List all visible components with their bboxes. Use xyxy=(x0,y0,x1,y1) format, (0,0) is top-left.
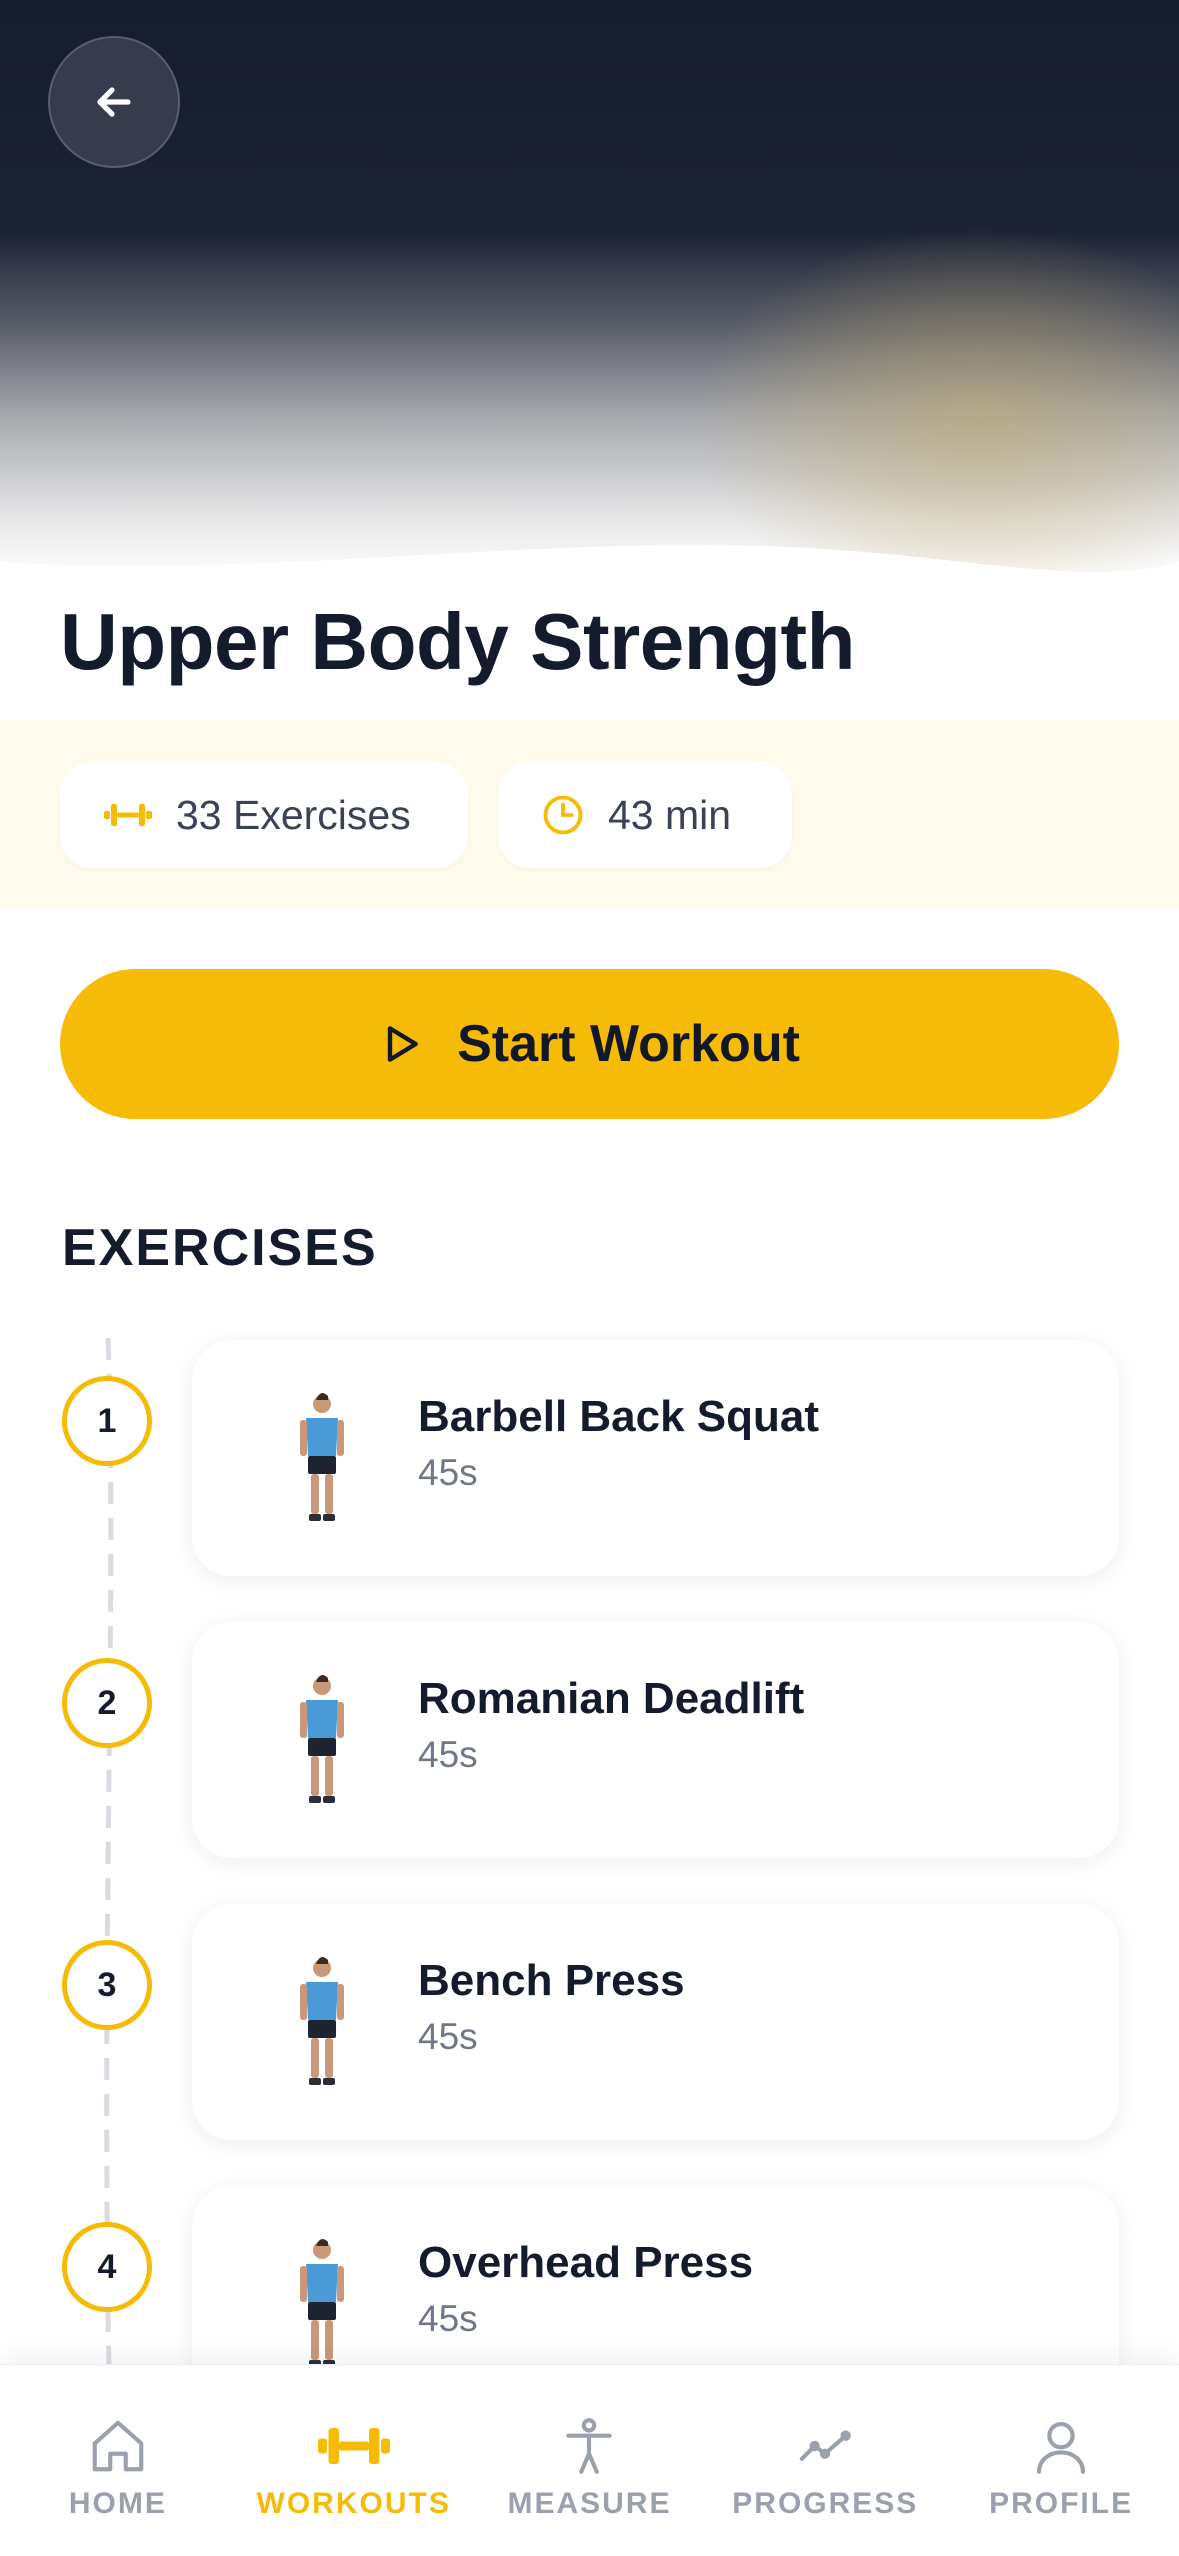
athlete-figure xyxy=(300,1675,344,1803)
exercise-row[interactable]: 2 Romanian Deadlift 45s xyxy=(0,1622,1179,1858)
tab-label: PROGRESS xyxy=(732,2487,919,2520)
exercise-duration: 45s xyxy=(418,1452,478,1493)
exercise-card[interactable]: Bench Press 45s xyxy=(192,1904,1119,2140)
athlete-figure xyxy=(300,2239,344,2367)
exercise-duration: 45s xyxy=(418,1734,478,1775)
tab-label: HOME xyxy=(68,2487,167,2520)
exercise-count: 33 Exercises xyxy=(176,791,411,838)
exercise-card[interactable]: Barbell Back Squat 45s xyxy=(192,1340,1119,1576)
exercise-thumbnail xyxy=(262,2236,382,2376)
exercise-duration: 45s xyxy=(418,2016,478,2057)
tab-profile[interactable]: PROFILE xyxy=(943,2365,1179,2556)
exercise-name: Overhead Press xyxy=(418,2238,754,2287)
dumbbell-icon xyxy=(317,2428,390,2464)
back-button[interactable] xyxy=(48,36,180,168)
exercise-row[interactable]: 3 Bench Press 45s xyxy=(0,1904,1179,2140)
tab-workouts[interactable]: WORKOUTS xyxy=(236,2365,472,2556)
exercise-name: Bench Press xyxy=(418,1956,685,2005)
workout-title: Upper Body Strength xyxy=(60,597,855,686)
home-icon xyxy=(92,2420,144,2472)
exercise-name: Barbell Back Squat xyxy=(418,1392,820,1441)
exercise-thumbnail xyxy=(262,1672,382,1812)
exercise-name: Romanian Deadlift xyxy=(418,1674,805,1723)
exercise-thumbnail xyxy=(262,1954,382,2094)
tab-home[interactable]: HOME xyxy=(0,2365,236,2556)
body-icon xyxy=(566,2418,613,2474)
exercise-number-badge: 1 xyxy=(62,1376,152,1466)
exercise-number-badge: 4 xyxy=(62,2222,152,2312)
tab-label: WORKOUTS xyxy=(256,2487,451,2520)
arrow-left-icon xyxy=(97,87,131,117)
clock-icon xyxy=(543,795,583,835)
user-icon xyxy=(1037,2421,1086,2474)
athlete-figure xyxy=(300,1393,344,1521)
tab-label: PROFILE xyxy=(989,2487,1134,2520)
exercise-row[interactable]: 1 Barbell Back Squat 45s xyxy=(0,1340,1179,1576)
start-workout-label: Start Workout xyxy=(457,1015,800,1073)
start-workout-button[interactable]: Start Workout xyxy=(60,969,1119,1119)
exercises-section-title: EXERCISES xyxy=(62,1219,378,1277)
tab-label: MEASURE xyxy=(507,2487,672,2520)
workout-duration: 43 min xyxy=(608,791,732,838)
tab-measure[interactable]: MEASURE xyxy=(472,2365,708,2556)
duration-chip: 43 min xyxy=(498,762,792,868)
tab-progress[interactable]: PROGRESS xyxy=(707,2365,943,2556)
exercise-number-badge: 3 xyxy=(62,1940,152,2030)
exercise-duration: 45s xyxy=(418,2298,478,2339)
hero-wave-divider xyxy=(0,544,1179,590)
trend-icon xyxy=(799,2430,852,2461)
exercise-card[interactable]: Romanian Deadlift 45s xyxy=(192,1622,1119,1858)
workout-stats: 33 Exercises 43 min xyxy=(0,720,1179,908)
bottom-tab-bar: HOME WORKOUTS MEASURE PROGRESS PROFILE xyxy=(0,2364,1179,2556)
exercise-count-chip: 33 Exercises xyxy=(60,762,468,868)
dumbbell-icon xyxy=(104,804,152,826)
exercise-number-badge: 2 xyxy=(62,1658,152,1748)
exercise-thumbnail xyxy=(262,1390,382,1530)
athlete-figure xyxy=(300,1957,344,2085)
play-icon xyxy=(387,1026,418,1062)
